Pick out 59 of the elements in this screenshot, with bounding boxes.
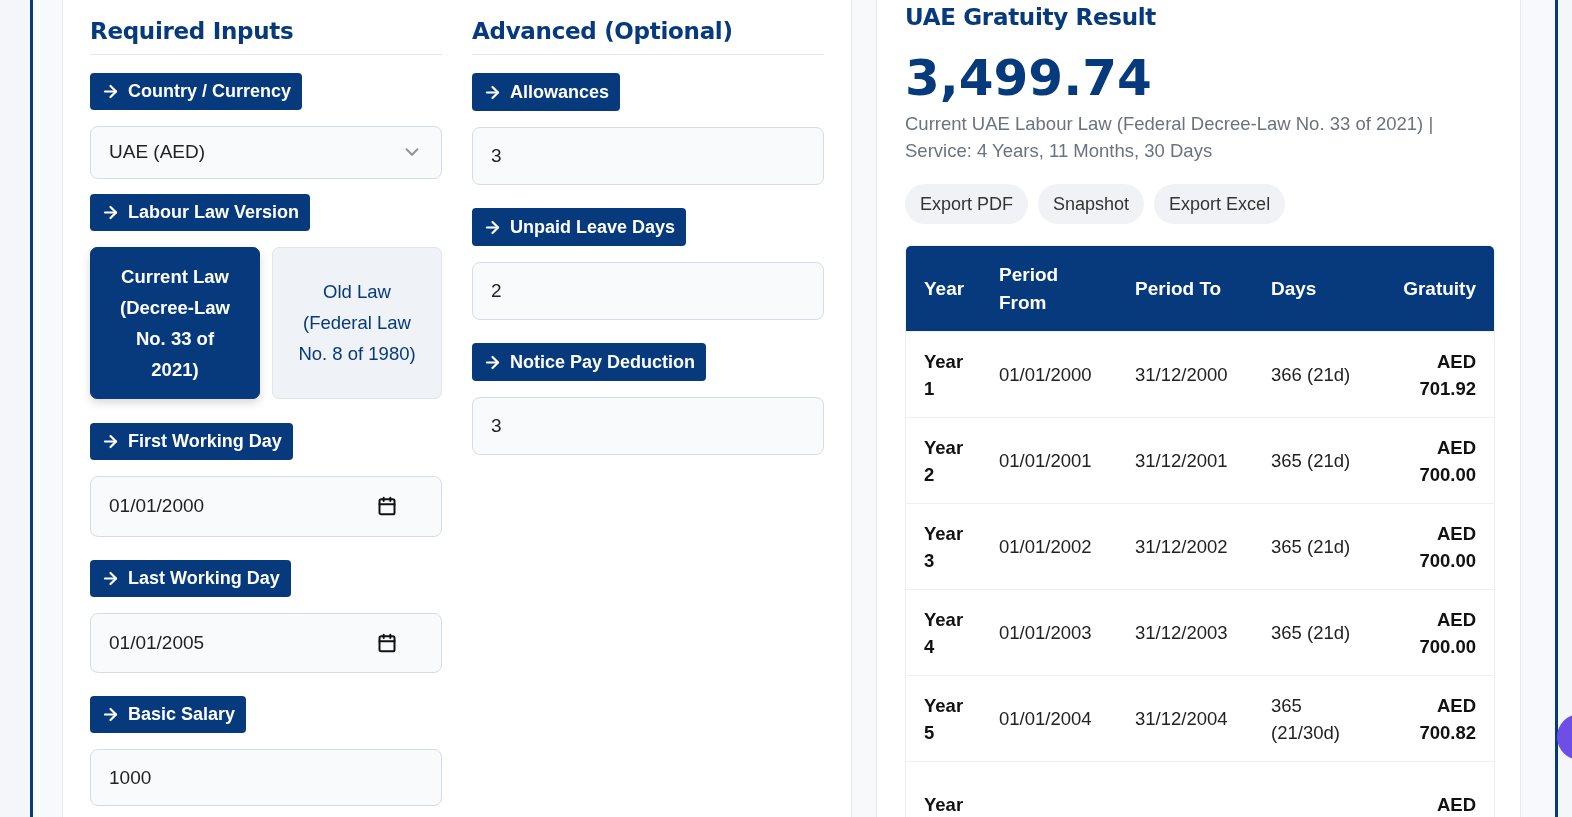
- table-cell-text: Year 4: [924, 607, 964, 659]
- field-label: Notice Pay Deduction: [472, 343, 707, 381]
- table-cell: 01/01/2002: [999, 536, 1092, 557]
- field-label: Labour Law Version: [90, 193, 311, 231]
- result-title: UAE Gratuity Result: [905, 3, 1158, 30]
- date-field[interactable]: 01/01/2000: [90, 476, 442, 537]
- table-cell-text: AED 700.00: [1418, 607, 1476, 659]
- result-description: Current UAE Labour Law (Federal Decree-Law No. 33 of 2021) | Service: 4 Years, 11 Months, 30 Days: [905, 112, 1435, 163]
- table-cell: 31/12/2003: [1135, 622, 1228, 643]
- table-cell: 31/12/2004: [1135, 708, 1228, 729]
- country-select[interactable]: UAE (AED): [90, 126, 442, 179]
- table-cell-text: Year 3: [924, 521, 964, 573]
- table-cell: 01/01/2000: [999, 364, 1092, 385]
- field-label: Country / Currency: [90, 73, 303, 111]
- table-cell-text: Year 5: [924, 693, 964, 745]
- date-field[interactable]: 01/01/2005: [90, 612, 442, 674]
- calendar-icon: [377, 496, 397, 517]
- table-cell: 31/12/2001: [1135, 450, 1228, 471]
- table-cell: 01/01/2004: [999, 708, 1092, 729]
- table-cell-text: AED 700.00: [1418, 521, 1476, 573]
- column-header: Gratuity: [1403, 277, 1476, 299]
- table-cell-text: 365 (21/30d): [1271, 693, 1341, 745]
- section-heading: Advanced (Optional): [472, 14, 824, 55]
- calendar-icon: [377, 632, 397, 653]
- gratuity-amount: 3,499.74: [905, 50, 1153, 106]
- table-cell: 31/12/2000: [1135, 364, 1228, 385]
- input-field[interactable]: 2: [472, 262, 824, 320]
- export-button[interactable]: Export PDF: [905, 184, 1029, 224]
- field-label: First Working Day: [90, 422, 293, 461]
- table-cell: 01/01/2003: [999, 622, 1092, 643]
- table-cell-text: 365 (21d): [1271, 449, 1351, 473]
- field-label: Unpaid Leave Days: [472, 208, 687, 246]
- table-cell-text: Year: [924, 793, 964, 817]
- table-cell-text: 365 (21d): [1271, 621, 1351, 645]
- table-cell: 31/12/2002: [1135, 536, 1228, 557]
- law-option[interactable]: Current Law (Decree-Law No. 33 of 2021): [90, 246, 260, 399]
- export-button[interactable]: Export Excel: [1154, 184, 1286, 224]
- column-header: Period From: [999, 263, 1059, 313]
- law-option[interactable]: Old Law (Federal Law No. 8 of 1980): [272, 246, 442, 399]
- column-header: Period To: [1135, 277, 1222, 299]
- field-label: Last Working Day: [90, 559, 291, 597]
- table-cell-text: 366 (21d): [1271, 363, 1351, 387]
- input-field[interactable]: 3: [472, 397, 824, 455]
- export-button[interactable]: Snapshot: [1038, 184, 1145, 224]
- table-cell: 01/01/2001: [999, 450, 1092, 471]
- table-cell-text: AED: [1436, 793, 1476, 817]
- field-label: Basic Salary: [90, 696, 247, 734]
- table-cell-text: AED 700.00: [1418, 435, 1476, 487]
- table-cell-text: AED 700.82: [1418, 693, 1476, 745]
- table-cell-text: Year 2: [924, 435, 964, 487]
- table-cell-text: 365 (21d): [1271, 535, 1351, 559]
- section-heading: Required Inputs: [90, 14, 442, 55]
- field-label: Allowances: [472, 73, 621, 111]
- table-cell-text: Year 1: [924, 349, 964, 401]
- table-cell-text: AED 701.92: [1418, 349, 1476, 401]
- input-field[interactable]: 1000: [90, 749, 442, 806]
- column-header: Days: [1271, 277, 1317, 299]
- column-header: Year: [924, 277, 965, 299]
- input-field[interactable]: 3: [472, 127, 824, 185]
